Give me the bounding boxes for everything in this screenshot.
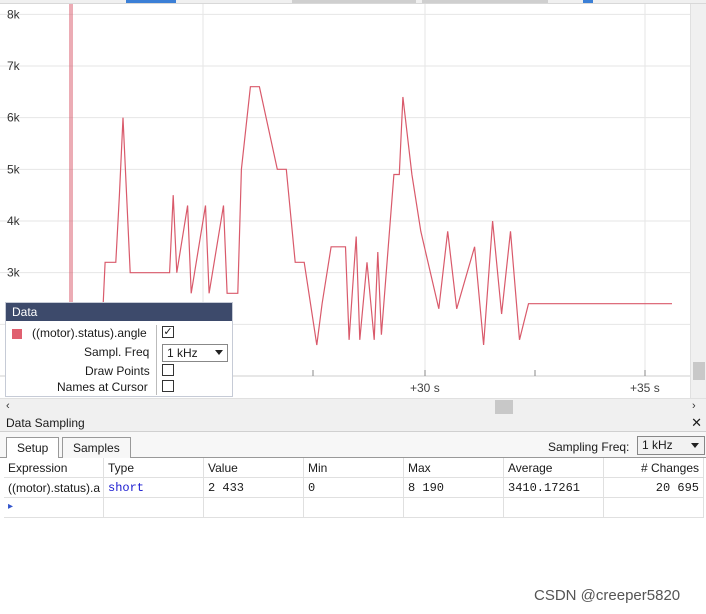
toolbar-button[interactable] [583,0,593,3]
col-header-type[interactable]: Type [104,458,204,478]
empty-cell[interactable] [404,498,504,518]
names-at-cursor-checkbox[interactable] [162,380,174,392]
y-tick-label: 3k [7,266,21,280]
sampling-tabs-row: Setup Samples Sampling Freq: 1 kHz [0,432,706,459]
empty-cell[interactable] [504,498,604,518]
horizontal-scrollbar[interactable]: ‹ › [0,398,706,414]
data-panel-title: Data [6,303,232,321]
cell-max[interactable]: 8 190 [404,478,504,498]
x-tick-label: +35 s [630,381,660,395]
col-header-value[interactable]: Value [204,458,304,478]
panel-divider [156,325,157,395]
y-tick-label: 8k [7,7,21,21]
vertical-scroll-thumb[interactable] [693,362,705,380]
table-row[interactable]: ((motor).status).a short 2 433 0 8 190 3… [4,478,704,498]
draw-points-label: Draw Points [85,364,150,378]
col-header-min[interactable]: Min [304,458,404,478]
sampl-freq-select[interactable]: 1 kHz [162,344,228,362]
cell-average[interactable]: 3410.17261 [504,478,604,498]
cell-changes[interactable]: 20 695 [604,478,704,498]
watermark: CSDN @creeper5820 [534,587,681,604]
data-sampling-titlebar: Data Sampling ✕ [0,414,706,432]
empty-cell[interactable] [104,498,204,518]
sampl-freq-label: Sampl. Freq [84,345,150,359]
empty-cell[interactable] [604,498,704,518]
y-tick-label: 6k [7,111,21,125]
sampling-table[interactable]: Expression Type Value Min Max Average # … [4,458,706,518]
sampling-freq-label: Sampling Freq: [548,440,630,454]
table-header-row: Expression Type Value Min Max Average # … [4,458,704,478]
cell-value[interactable]: 2 433 [204,478,304,498]
col-header-changes[interactable]: # Changes [604,458,704,478]
table-new-row[interactable]: ▸ [4,498,704,518]
toolbar-accent [126,0,176,3]
cell-expression[interactable]: ((motor).status).a [4,478,104,498]
toolbar-field[interactable] [292,0,416,3]
data-sampling-title: Data Sampling [6,416,85,430]
chevron-down-icon [691,443,699,448]
chevron-down-icon [215,350,223,355]
draw-points-checkbox[interactable] [162,364,174,376]
y-tick-label: 4k [7,214,21,228]
series-color-swatch [12,329,22,339]
sampling-freq-value: 1 kHz [642,438,673,452]
col-header-average[interactable]: Average [504,458,604,478]
series-name-label: ((motor).status).angle [32,326,147,340]
cell-type[interactable]: short [104,478,204,498]
scroll-right-icon[interactable]: › [692,400,696,412]
new-row-marker-icon[interactable]: ▸ [4,498,104,518]
sampl-freq-value: 1 kHz [167,346,198,360]
x-tick-label: +30 s [410,381,440,395]
horizontal-scroll-thumb[interactable] [495,400,513,414]
close-icon[interactable]: ✕ [691,415,702,431]
empty-cell[interactable] [204,498,304,518]
scroll-left-icon[interactable]: ‹ [6,400,10,412]
vertical-scrollbar[interactable] [690,4,706,398]
col-header-max[interactable]: Max [404,458,504,478]
data-legend-panel: Data ((motor).status).angle ✓ Sampl. Fre… [5,302,233,397]
sampling-freq-select[interactable]: 1 kHz [637,436,705,455]
tab-setup[interactable]: Setup [6,437,60,459]
col-header-expression[interactable]: Expression [4,458,104,478]
y-tick-label: 7k [7,59,21,73]
tab-samples[interactable]: Samples [62,437,131,458]
names-at-cursor-label: Names at Cursor [57,380,148,394]
cell-min[interactable]: 0 [304,478,404,498]
empty-cell[interactable] [304,498,404,518]
toolbar-field-2[interactable] [422,0,548,3]
series-visible-checkbox[interactable]: ✓ [162,326,174,338]
y-tick-label: 5k [7,162,21,176]
